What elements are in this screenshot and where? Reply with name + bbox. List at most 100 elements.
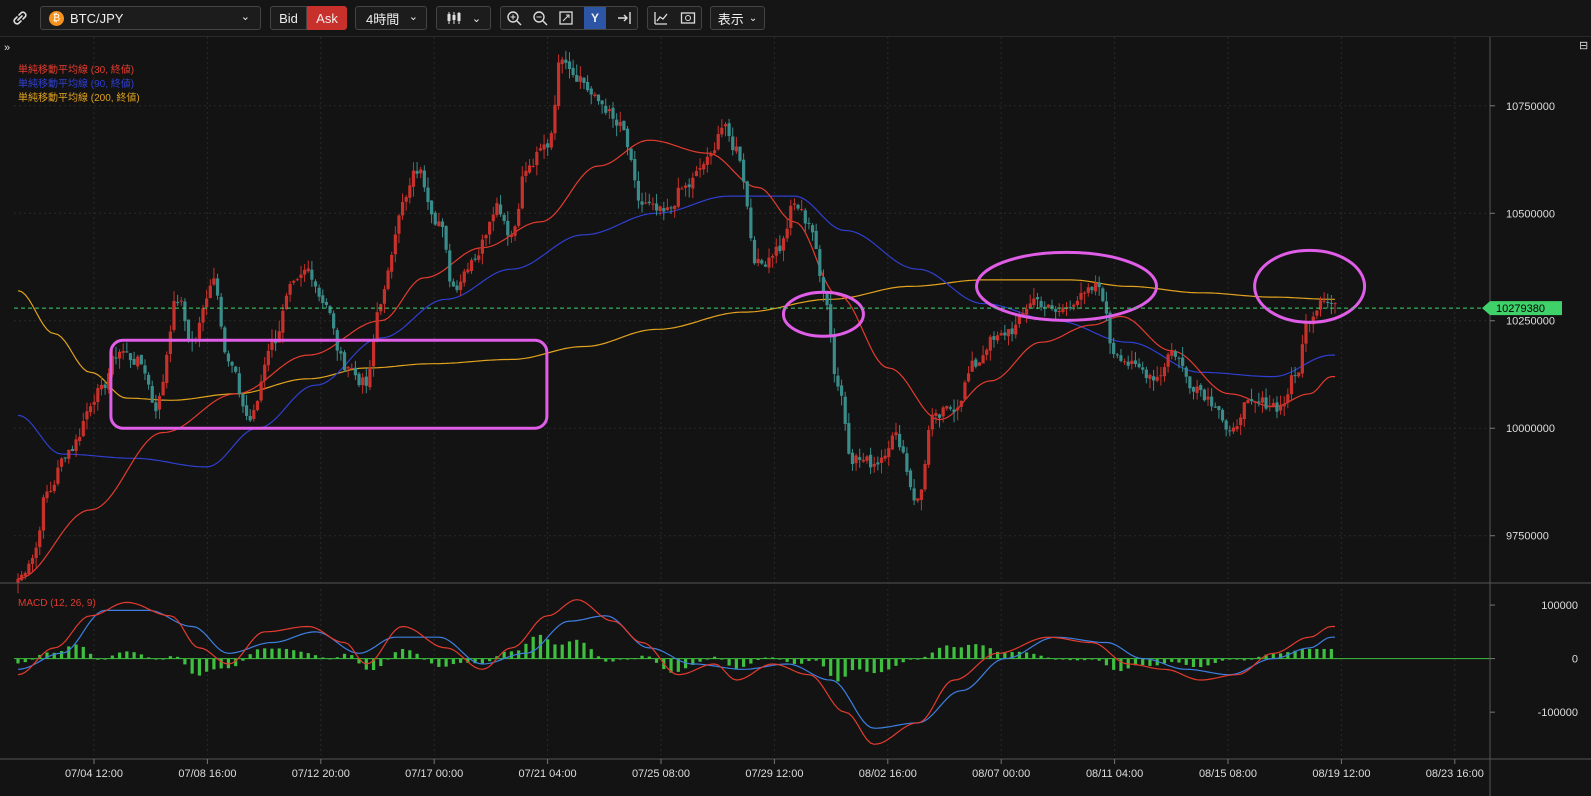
candle-body <box>586 81 590 91</box>
candle-body <box>858 457 862 460</box>
display-menu-button[interactable]: 表示 ⌄ <box>710 6 765 30</box>
candle-body <box>350 368 354 370</box>
candle-body <box>1086 287 1090 293</box>
chart-area[interactable]: 9750000 10000000 10250000 10500000 10750000 1… <box>0 37 1591 796</box>
candle-body <box>778 245 782 252</box>
macd-histogram-bar <box>633 658 637 660</box>
candle-body <box>415 170 419 174</box>
candle-body <box>524 170 528 176</box>
candle-body <box>466 269 470 273</box>
candle-body <box>1246 400 1250 404</box>
link-icon[interactable] <box>6 6 34 30</box>
candle-body <box>237 373 241 394</box>
candle-body <box>916 498 920 501</box>
candle-body <box>313 281 318 287</box>
candle-body <box>117 351 122 359</box>
macd-histogram-bar <box>154 658 158 660</box>
indicator-icon[interactable] <box>653 10 669 26</box>
candle-body <box>114 357 118 359</box>
chevron-double-down-icon: ⌄ <box>748 12 758 24</box>
symbol-selector[interactable]: ₿ BTC/JPY ⌄ <box>40 6 261 30</box>
candle-body <box>161 381 165 396</box>
candle-body <box>288 284 292 295</box>
candle-body <box>680 188 684 190</box>
candle-body <box>919 489 923 500</box>
macd-histogram-bar <box>1054 658 1058 660</box>
candle-body <box>252 410 256 420</box>
candle-body <box>20 574 24 581</box>
candle-body <box>567 61 572 69</box>
price-tick-label: 9750000 <box>1506 531 1549 543</box>
candle-body <box>607 109 611 112</box>
candle-body <box>654 203 659 211</box>
time-tick-label: 07/17 00:00 <box>405 768 463 780</box>
macd-histogram-bar <box>850 658 855 671</box>
candle-body <box>1315 310 1319 316</box>
candle-body <box>839 385 844 396</box>
candle-body <box>179 300 183 302</box>
macd-histogram-bar <box>785 658 789 662</box>
candle-body <box>74 439 78 452</box>
candle-body <box>771 256 775 258</box>
candle-body <box>433 212 437 225</box>
candle-body <box>977 362 982 366</box>
candle-body <box>985 349 989 356</box>
interval-selector[interactable]: 4時間 ⌄ <box>355 6 427 30</box>
candle-body <box>1039 300 1043 308</box>
macd-histogram-bar <box>604 658 608 662</box>
macd-histogram-bar <box>981 645 985 659</box>
candle-body <box>393 234 397 255</box>
candle-body <box>662 208 666 212</box>
macd-histogram-bar <box>386 658 390 660</box>
candle-body <box>821 277 826 292</box>
candle-body <box>1268 405 1272 408</box>
ask-button[interactable]: Ask <box>307 6 347 30</box>
auto-scale-icon[interactable]: Y <box>584 7 606 29</box>
candle-body <box>546 143 550 148</box>
macd-histogram-bar <box>190 658 194 674</box>
candle-body <box>800 209 804 211</box>
candle-body <box>1028 303 1032 308</box>
fit-screen-icon[interactable] <box>558 10 574 26</box>
bid-button[interactable]: Bid <box>270 6 307 30</box>
candle-body <box>836 375 840 387</box>
candle-body <box>861 459 865 462</box>
macd-histogram-bar <box>858 658 862 670</box>
screenshot-icon[interactable] <box>680 10 696 26</box>
candle-body <box>488 221 492 235</box>
candle-body <box>1235 426 1239 430</box>
candle-body <box>186 319 191 340</box>
candle-body <box>281 310 285 333</box>
candle-body <box>923 463 927 490</box>
macd-histogram-bar <box>1104 658 1109 666</box>
candle-body <box>745 181 749 207</box>
candle-body <box>328 306 332 313</box>
candle-body <box>1195 386 1199 393</box>
candle-body <box>658 206 662 212</box>
candle-body <box>34 547 38 559</box>
scroll-to-end-icon[interactable] <box>616 10 632 26</box>
macd-histogram-bar <box>756 658 760 660</box>
macd-histogram-bar <box>59 651 64 659</box>
candle-body <box>734 146 738 152</box>
chart-type-selector[interactable]: ⌄ <box>436 6 491 30</box>
candle-body <box>966 373 971 382</box>
macd-histogram-bar <box>771 657 775 659</box>
candle-body <box>1202 389 1206 401</box>
zoom-in-icon[interactable] <box>506 10 522 26</box>
price-tick-label: 10500000 <box>1506 208 1555 220</box>
macd-histogram-bar <box>132 652 136 659</box>
macd-histogram-bar <box>1191 658 1196 668</box>
candle-body <box>205 298 209 308</box>
candle-body <box>41 497 45 531</box>
legend-sma200: 単純移動平均線 (200, 終値) <box>18 91 140 104</box>
macd-histogram-bar <box>74 644 78 659</box>
macd-histogram-bar <box>625 658 630 660</box>
candle-body <box>1141 367 1145 370</box>
candle-body <box>400 201 405 216</box>
candle-body <box>147 374 151 385</box>
candle-body <box>1119 355 1123 361</box>
candle-body <box>934 412 938 416</box>
zoom-out-icon[interactable] <box>532 10 548 26</box>
candle-body <box>843 396 847 424</box>
